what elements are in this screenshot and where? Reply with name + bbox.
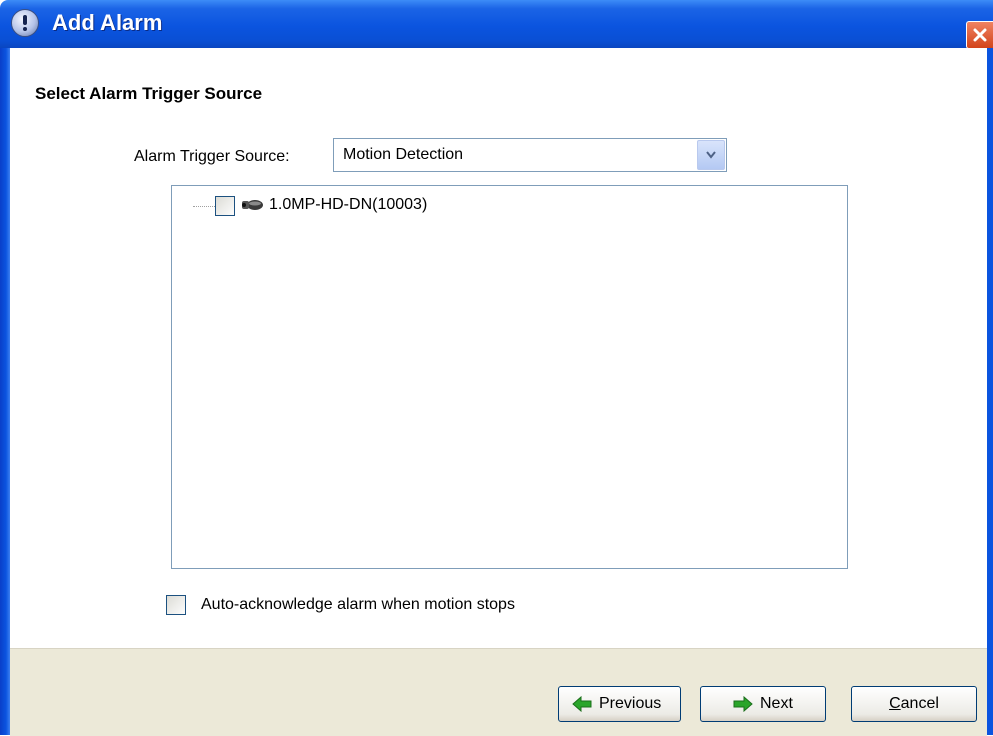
window-frame-left (0, 48, 10, 735)
add-alarm-window: Add Alarm Select Alarm Trigger Source Al… (0, 0, 993, 736)
tree-item-label[interactable]: 1.0MP-HD-DN(10003) (269, 196, 427, 214)
alarm-icon (11, 9, 39, 37)
tree-item-checkbox[interactable] (215, 196, 235, 216)
previous-button[interactable]: Previous (558, 686, 681, 722)
cancel-button[interactable]: Cancel (851, 686, 977, 722)
close-icon (973, 28, 987, 42)
previous-label: Previous (599, 695, 662, 712)
tree-connector-line (193, 206, 215, 207)
cancel-label: Cancel (889, 695, 939, 712)
chevron-down-icon (706, 151, 716, 159)
next-label: Next (760, 695, 793, 712)
dialog-footer: Previous Next Cancel (10, 648, 987, 736)
auto-acknowledge-checkbox[interactable] (166, 595, 186, 615)
window-frame-right (987, 48, 993, 735)
dialog-content: Select Alarm Trigger Source Alarm Trigge… (10, 48, 987, 648)
dropdown-button[interactable] (697, 140, 725, 170)
arrow-right-icon (733, 696, 753, 712)
auto-acknowledge-label[interactable]: Auto-acknowledge alarm when motion stops (201, 596, 515, 614)
camera-icon (242, 200, 263, 210)
trigger-source-value: Motion Detection (343, 146, 464, 163)
trigger-source-select[interactable]: Motion Detection (333, 138, 727, 172)
close-button[interactable] (966, 21, 993, 49)
next-button[interactable]: Next (700, 686, 826, 722)
trigger-source-label: Alarm Trigger Source: (134, 148, 290, 165)
window-title: Add Alarm (52, 10, 163, 35)
arrow-left-icon (572, 696, 592, 712)
source-tree[interactable]: 1.0MP-HD-DN(10003) (171, 185, 848, 569)
title-bar[interactable]: Add Alarm (0, 0, 993, 49)
section-heading: Select Alarm Trigger Source (35, 84, 263, 103)
